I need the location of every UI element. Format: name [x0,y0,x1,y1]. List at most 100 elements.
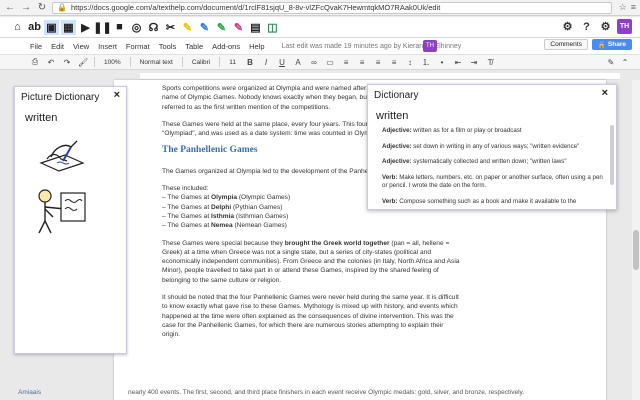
menu-insert[interactable]: Insert [98,42,117,51]
voice-note-icon[interactable]: ☊ [146,20,161,35]
paragraph[interactable]: It should be noted that the four Panhell… [162,293,462,339]
dictionary-scrollbar[interactable] [610,125,614,185]
picture-dictionary-title: Picture Dictionary [21,92,100,103]
zoom-select[interactable]: 100% [101,59,124,66]
pencil-icon[interactable]: ✎ [606,58,616,67]
align-center-icon[interactable]: ≡ [357,58,367,67]
ruler[interactable] [140,73,620,80]
increase-indent-icon[interactable]: ⇥ [469,58,479,67]
close-icon[interactable]: × [602,87,608,99]
menu-help[interactable]: Help [249,42,264,51]
menu-file[interactable]: File [30,42,42,51]
url-text: https://docs.google.com/a/texthelp.com/d… [70,3,441,12]
settings-icon[interactable]: ⚙ [598,19,613,34]
th-floating-icon[interactable]: TH [423,40,437,52]
comments-button[interactable]: Comments [544,39,588,50]
clear-formatting-icon[interactable]: T̸ [485,58,495,67]
simplify-page-icon[interactable]: ◫ [265,20,280,35]
picture-dictionary-panel: Picture Dictionary × written [14,86,127,354]
align-left-icon[interactable]: ≡ [341,58,351,67]
link-icon[interactable]: ∞ [309,58,319,67]
menu-view[interactable]: View [73,42,89,51]
pause-icon[interactable]: ❚❚ [93,20,111,35]
dictionary-icon[interactable]: ▣ [44,19,59,35]
definition-item: Verb: Compose something such as a book a… [382,197,577,205]
bold-icon[interactable]: B [245,58,255,67]
font-select[interactable]: Calibri [189,59,213,66]
menu-table[interactable]: Table [185,42,203,51]
prediction-icon[interactable]: ab [27,20,42,35]
back-arrow-icon[interactable]: ← [4,2,16,14]
menu-edit[interactable]: Edit [51,42,64,51]
definition-item: Adjective: written as for a film or play… [382,127,522,134]
document-scrollbar[interactable] [632,80,640,400]
menu-addons[interactable]: Add-ons [212,42,240,51]
dictionary-panel: Dictionary × written Adjective: written … [367,84,617,210]
highlighter-green-icon[interactable]: ✎ [214,20,229,35]
share-button[interactable]: 🔒 Share [591,39,632,50]
dictionary-title: Dictionary [374,90,419,101]
picture-dictionary-word: written [25,112,58,124]
lock-icon: 🔒 [57,3,67,12]
sidebar-link[interactable]: Amiaais [18,389,41,396]
highlighter-pink-icon[interactable]: ✎ [231,20,246,35]
hand-writing-icon [39,140,85,172]
dictionary-word: written [376,110,409,122]
settings-gear-icon[interactable]: ⚙ [560,19,575,34]
close-icon[interactable]: × [114,89,120,101]
line-spacing-icon[interactable]: ↕ [405,58,415,67]
formatting-toolbar: ⎙ ↶ ↷ 🖌 100% Normal text Calibri 11 B I … [0,54,640,70]
vocabulary-icon[interactable]: ✂ [163,20,178,35]
divider [219,57,221,67]
definition-item: Adjective: set down in writing in any of… [382,142,580,150]
list-item: – The Games at Isthmia (Isthmian Games) [162,212,289,220]
divider [129,57,131,67]
redo-icon[interactable]: ↷ [62,58,72,67]
menu-format[interactable]: Format [126,42,150,51]
numbered-list-icon[interactable]: ⒈ [421,57,431,68]
stop-icon[interactable]: ■ [112,20,127,35]
paint-format-icon[interactable]: 🖌 [78,58,88,67]
collapse-icon[interactable]: ⌃ [620,58,630,67]
read-write-toolbar: ⌂ ab ▣ ▦ ▶ ❚❚ ■ ◎ ☊ ✂ ✎ ✎ ✎ ✎ ▤ ◫ ⚙ ? ⚙ … [0,17,640,38]
divider [94,57,95,67]
collect-highlights-icon[interactable]: ▤ [248,20,263,35]
address-bar[interactable]: 🔒 https://docs.google.com/a/texthelp.com… [52,1,612,14]
th-logo-icon[interactable]: TH [617,19,632,34]
paragraph[interactable]: These Games were special because they br… [162,239,462,285]
undo-icon[interactable]: ↶ [46,58,56,67]
print-icon[interactable]: ⎙ [30,57,40,67]
share-label: Share [607,41,626,48]
home-icon[interactable]: ⌂ [10,20,25,35]
forward-arrow-icon[interactable]: → [20,2,32,14]
highlighter-yellow-icon[interactable]: ✎ [180,20,195,35]
align-right-icon[interactable]: ≡ [373,58,383,67]
divider [181,57,183,67]
style-select[interactable]: Normal text [137,59,176,66]
list-item: – The Games at Nemea (Nemean Games) [162,222,287,230]
underline-icon[interactable]: U [277,58,287,67]
definition-item: Verb: Make letters, numbers, etc. on pap… [382,173,603,190]
person-writing-icon [38,189,86,234]
document-scrollbar-thumb[interactable] [633,230,639,270]
definition-item: Adjective: systematically collected and … [382,158,567,166]
align-justify-icon[interactable]: ≡ [389,58,399,67]
font-size-select[interactable]: 11 [226,59,239,66]
text-color-icon[interactable]: A [293,58,303,67]
decrease-indent-icon[interactable]: ⇤ [453,58,463,67]
bulleted-list-icon[interactable]: • [437,58,447,67]
browser-toolbar: ← → ↻ 🔒 https://docs.google.com/a/texthe… [0,0,640,16]
picture-dictionary-icon[interactable]: ▦ [61,19,76,35]
menu-tools[interactable]: Tools [159,42,177,51]
menu-icon[interactable]: ≡ [631,2,636,13]
highlighter-blue-icon[interactable]: ✎ [197,20,212,35]
dictionary-definitions[interactable]: Adjective: written as for a film or play… [382,127,604,209]
italic-icon[interactable]: I [261,58,271,67]
screenshot-reader-icon[interactable]: ◎ [129,20,144,35]
comment-icon[interactable]: ▭ [325,58,335,67]
reload-icon[interactable]: ↻ [36,2,48,14]
lock-icon: 🔒 [597,41,606,49]
star-icon[interactable]: ☆ [619,2,627,13]
help-icon[interactable]: ? [579,19,594,34]
play-icon[interactable]: ▶ [78,20,93,35]
